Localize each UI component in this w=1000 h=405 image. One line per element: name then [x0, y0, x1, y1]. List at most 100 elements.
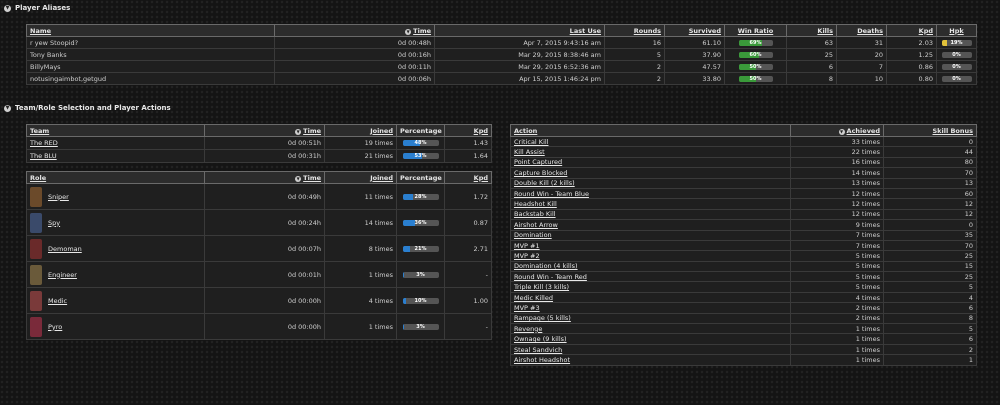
actions-header-row: Action ▼ Achieved Skill Bonus — [510, 124, 977, 137]
spy-icon — [30, 212, 42, 233]
col-last-use[interactable]: Last Use — [434, 24, 605, 37]
action-achieved: 5 times — [790, 260, 884, 273]
col-time[interactable]: ▼ Time — [274, 24, 435, 37]
col-win-ratio[interactable]: Win Ratio — [724, 24, 787, 37]
alias-deaths: 31 — [836, 36, 887, 49]
action-achieved: 13 times — [790, 177, 884, 189]
table-row: Pyro 0d 00:00h 1 times 3% - — [26, 313, 492, 340]
pyro-icon — [30, 316, 42, 337]
table-row: Revenge 1 times 5 — [510, 323, 977, 335]
team-link[interactable]: The RED — [30, 139, 58, 147]
alias-deaths: 20 — [836, 48, 887, 61]
role-link[interactable]: Pyro — [48, 323, 62, 331]
table-row: Spy 0d 00:24h 14 times 36% 0.87 — [26, 209, 492, 236]
col-time[interactable]: ▼ Time — [204, 171, 325, 184]
table-row: The RED 0d 00:51h 19 times 48% 1.43 — [26, 136, 492, 150]
role-joined: 1 times — [324, 313, 397, 340]
aliases-table: Name ▼ Time Last Use Rounds Survived Win … — [26, 24, 977, 85]
action-link[interactable]: Double Kill (2 kills) — [514, 179, 575, 187]
col-role[interactable]: Role — [26, 171, 205, 184]
action-achieved: 5 times — [790, 281, 884, 293]
role-link[interactable]: Spy — [48, 219, 60, 227]
action-link[interactable]: Triple Kill (3 kills) — [514, 283, 569, 291]
action-achieved: 1 times — [790, 354, 884, 366]
action-link[interactable]: Domination — [514, 231, 552, 239]
action-link[interactable]: Headshot Kill — [514, 200, 557, 208]
action-link[interactable]: Round Win - Team Red — [514, 273, 587, 281]
action-link[interactable]: Revenge — [514, 325, 542, 333]
col-survived[interactable]: Survived — [664, 24, 725, 37]
collapse-icon[interactable]: ▼ — [4, 104, 11, 112]
action-achieved: 12 times — [790, 198, 884, 210]
action-link[interactable]: Round Win - Team Blue — [514, 190, 589, 198]
action-achieved: 1 times — [790, 343, 884, 356]
action-link[interactable]: Critical Kill — [514, 138, 548, 146]
hpk-bar: 0% — [941, 51, 972, 58]
alias-last-use: Apr 7, 2015 9:43:16 am — [434, 36, 605, 49]
col-joined[interactable]: Joined — [324, 124, 397, 137]
percentage-bar: 48% — [402, 140, 439, 146]
col-time[interactable]: ▼ Time — [204, 124, 325, 137]
col-kpd[interactable]: Kpd — [444, 171, 492, 184]
action-link[interactable]: MVP #3 — [514, 304, 540, 312]
action-achieved: 2 times — [790, 302, 884, 314]
action-link[interactable]: Medic Killed — [514, 294, 553, 302]
table-row: MVP #1 7 times 70 — [510, 239, 977, 252]
alias-name: Tony Banks — [26, 48, 275, 61]
collapse-icon[interactable]: ▼ — [4, 4, 11, 12]
col-skill-bonus[interactable]: Skill Bonus — [883, 124, 977, 137]
action-link[interactable]: Airshot Headshot — [514, 356, 570, 364]
action-achieved: 1 times — [790, 333, 884, 345]
col-hpk[interactable]: Hpk — [936, 24, 977, 37]
table-row: Medic Killed 4 times 4 — [510, 291, 977, 304]
roles-header-row: Role ▼ Time Joined Percentage Kpd — [26, 171, 492, 184]
action-link[interactable]: MVP #1 — [514, 242, 540, 250]
action-skill-bonus: 0 — [883, 135, 977, 148]
action-link[interactable]: MVP #2 — [514, 252, 540, 260]
action-link[interactable]: Steal Sandvich — [514, 346, 562, 354]
aliases-header-row: Name ▼ Time Last Use Rounds Survived Win … — [26, 24, 977, 37]
col-team[interactable]: Team — [26, 124, 205, 137]
player-aliases-header[interactable]: ▼ Player Aliases — [4, 4, 70, 12]
role-kpd: 2.71 — [444, 235, 492, 262]
col-kpd[interactable]: Kpd — [444, 124, 492, 137]
action-skill-bonus: 25 — [883, 271, 977, 283]
role-link[interactable]: Sniper — [48, 193, 69, 201]
alias-time: 0d 00:06h — [274, 72, 435, 85]
col-action[interactable]: Action — [510, 124, 791, 137]
col-joined[interactable]: Joined — [324, 171, 397, 184]
action-link[interactable]: Kill Assist — [514, 148, 545, 156]
col-deaths[interactable]: Deaths — [836, 24, 887, 37]
action-link[interactable]: Backstab Kill — [514, 210, 556, 218]
action-link[interactable]: Rampage (5 kills) — [514, 314, 571, 322]
role-joined: 8 times — [324, 235, 397, 262]
role-link[interactable]: Demoman — [48, 245, 82, 253]
alias-last-use: Apr 15, 2015 1:46:24 pm — [434, 72, 605, 85]
action-skill-bonus: 80 — [883, 156, 977, 169]
role-time: 0d 00:01h — [204, 261, 325, 288]
sort-desc-icon: ▼ — [405, 28, 412, 35]
col-name[interactable]: Name — [26, 24, 275, 37]
action-link[interactable]: Ownage (9 kills) — [514, 335, 567, 343]
team-role-header[interactable]: ▼ Team/Role Selection and Player Actions — [4, 104, 171, 112]
alias-time: 0d 00:48h — [274, 36, 435, 49]
col-achieved[interactable]: ▼ Achieved — [790, 124, 884, 137]
action-link[interactable]: Point Captured — [514, 158, 562, 166]
table-row: Ownage (9 kills) 1 times 6 — [510, 333, 977, 345]
action-achieved: 9 times — [790, 219, 884, 231]
action-link[interactable]: Airshot Arrow — [514, 221, 558, 229]
action-achieved: 14 times — [790, 167, 884, 179]
role-link[interactable]: Engineer — [48, 271, 77, 279]
table-row: The BLU 0d 00:31h 21 times 53% 1.64 — [26, 149, 492, 163]
col-rounds[interactable]: Rounds — [604, 24, 665, 37]
action-link[interactable]: Domination (4 kills) — [514, 262, 578, 270]
section-title: Team/Role Selection and Player Actions — [15, 104, 171, 112]
role-link[interactable]: Medic — [48, 297, 67, 305]
action-link[interactable]: Capture Blocked — [514, 169, 567, 177]
action-achieved: 4 times — [790, 291, 884, 304]
team-link[interactable]: The BLU — [30, 152, 57, 160]
table-row: Headshot Kill 12 times 12 — [510, 198, 977, 210]
alias-survived: 37.90 — [664, 48, 725, 61]
col-kpd[interactable]: Kpd — [886, 24, 937, 37]
col-kills[interactable]: Kills — [786, 24, 837, 37]
